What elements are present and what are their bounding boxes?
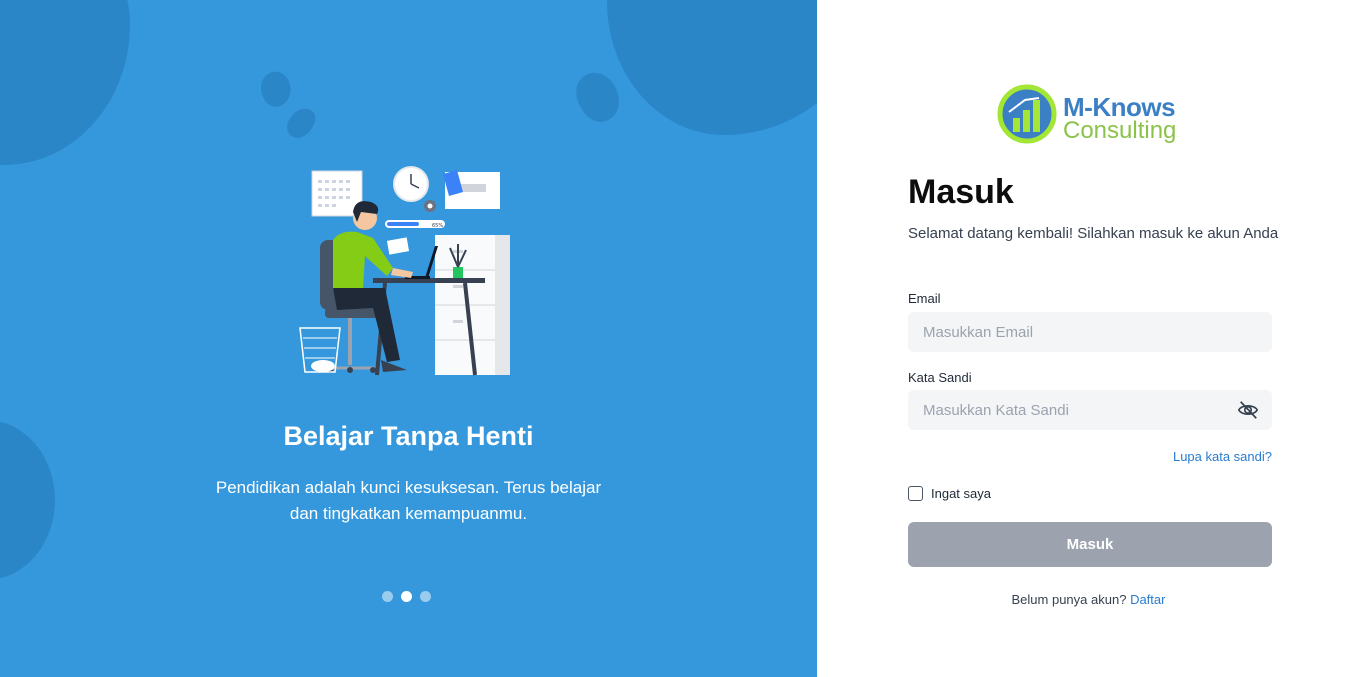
password-label: Kata Sandi bbox=[908, 370, 972, 385]
password-field[interactable]: Masukkan Kata Sandi bbox=[908, 390, 1272, 430]
onboarding-panel: 65% Belajar Tanpa Henti Pendidikan adala… bbox=[0, 0, 817, 677]
decor-drop bbox=[568, 65, 628, 129]
carousel-dot[interactable] bbox=[420, 591, 431, 602]
carousel-dots bbox=[382, 591, 431, 602]
page-subtitle: Selamat datang kembali! Silahkan masuk k… bbox=[908, 225, 1279, 242]
email-label: Email bbox=[908, 291, 941, 306]
login-button[interactable]: Masuk bbox=[908, 522, 1272, 567]
decor-blob bbox=[0, 0, 130, 165]
logo-text-secondary: Consulting bbox=[1063, 117, 1177, 144]
email-placeholder: Masukkan Email bbox=[923, 323, 1034, 341]
email-field[interactable]: Masukkan Email bbox=[908, 312, 1272, 352]
remember-label: Ingat saya bbox=[931, 486, 991, 501]
company-logo: M-Knows Consulting bbox=[997, 84, 1187, 146]
logo-chart-icon bbox=[997, 84, 1057, 144]
remember-checkbox[interactable] bbox=[908, 486, 923, 501]
person-working-illustration: 65% bbox=[299, 166, 510, 376]
register-link[interactable]: Daftar bbox=[1130, 592, 1165, 607]
carousel-dot-active[interactable] bbox=[401, 591, 412, 602]
page-title: Masuk bbox=[908, 173, 1014, 211]
forgot-password-link[interactable]: Lupa kata sandi? bbox=[1173, 449, 1272, 464]
decor-drop bbox=[255, 67, 297, 111]
password-placeholder: Masukkan Kata Sandi bbox=[923, 401, 1069, 419]
slide-title: Belajar Tanpa Henti bbox=[283, 421, 534, 451]
slide-description: Pendidikan adalah kunci kesuksesan. Teru… bbox=[215, 478, 602, 523]
progress-label: 65% bbox=[432, 223, 443, 229]
remember-me[interactable]: Ingat saya bbox=[908, 486, 991, 501]
eye-off-icon[interactable] bbox=[1237, 399, 1259, 421]
register-prompt: Belum punya akun? bbox=[1011, 592, 1127, 607]
decor-drop bbox=[282, 103, 320, 143]
decor-blob bbox=[607, 0, 817, 135]
register-prompt-row: Belum punya akun? Daftar bbox=[817, 592, 1360, 607]
login-panel: M-Knows Consulting Masuk Selamat datang … bbox=[817, 0, 1360, 677]
carousel-dot[interactable] bbox=[382, 591, 393, 602]
